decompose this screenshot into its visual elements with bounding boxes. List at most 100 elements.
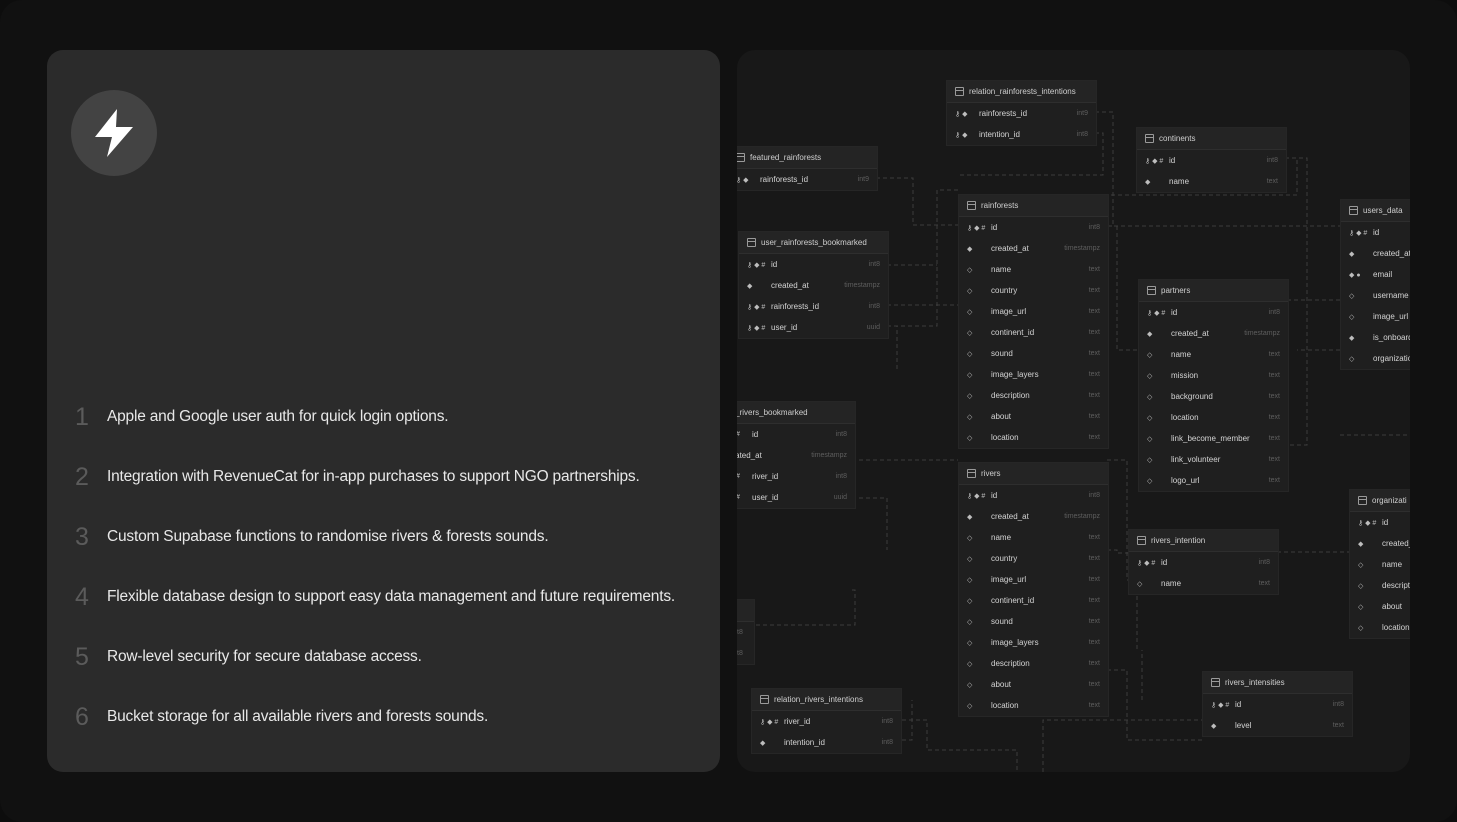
key-icons: ◇ bbox=[967, 329, 973, 337]
table-column-row: ◆ created_at bbox=[1341, 243, 1410, 264]
table-featured-rainforests[interactable]: featured_rainforests ⚷ ◆ rainforests_id in… bbox=[737, 146, 878, 191]
table-column-row: ⚷ ◆ # id int8 bbox=[1129, 552, 1278, 573]
column-name: about bbox=[1382, 602, 1403, 611]
table-rivers-intention[interactable]: rivers_intention ⚷ ◆ # id int8 ◇ name text bbox=[1128, 529, 1279, 595]
table-name: continents bbox=[1159, 134, 1196, 143]
table-users-data[interactable]: users_data ⚷ ◆ # id ◆ created_at ◆ ● email … bbox=[1340, 199, 1410, 370]
key-icons: ◇ bbox=[967, 308, 973, 316]
key-icons: ⚷ ◆ bbox=[955, 110, 968, 118]
table-column-row: ◆ created_ bbox=[1350, 533, 1410, 554]
table-column-row: #id int8 bbox=[737, 424, 855, 445]
table-relation-rivers-intentions[interactable]: relation_rivers_intentions ⚷ ◆ # river_id… bbox=[751, 688, 902, 754]
lightning-bolt-icon bbox=[95, 109, 133, 157]
table-column-row: ◇ descriptio bbox=[1350, 575, 1410, 596]
feature-text: Apple and Google user auth for quick log… bbox=[107, 408, 449, 425]
key-icons: ⚷ ◆ # bbox=[760, 718, 779, 726]
column-type: int8 bbox=[868, 261, 880, 268]
feature-text: Bucket storage for all available rivers … bbox=[107, 708, 489, 725]
table-column-row: ◇ country text bbox=[959, 548, 1108, 569]
key-icons: ◆ bbox=[1358, 540, 1364, 548]
key-icons: ◇ bbox=[967, 371, 973, 379]
table-icon bbox=[1358, 496, 1367, 505]
table-user-rivers-bookmarked[interactable]: er_rivers_bookmarked #idint8 reated_atti… bbox=[737, 401, 856, 509]
column-type: int8 bbox=[835, 431, 847, 438]
table-name: rivers_intensities bbox=[1225, 678, 1285, 687]
key-icons: ◇ bbox=[1147, 435, 1153, 443]
table-column-row: ◇ image_layers text bbox=[959, 364, 1108, 385]
table-relation-rainforests-intentions[interactable]: relation_rainforests_intentions ⚷ ◆ rainf… bbox=[946, 80, 1097, 146]
key-icons: ⚷ ◆ # bbox=[1349, 229, 1368, 237]
table-column-row: ◇ about text bbox=[959, 406, 1108, 427]
table-column-row: ◇ location text bbox=[1139, 407, 1288, 428]
table-column-row: ◇ username bbox=[1341, 285, 1410, 306]
table-name: user_rainforests_bookmarked bbox=[761, 238, 867, 247]
table-user-rainforests-bookmarked[interactable]: user_rainforests_bookmarked ⚷ ◆ # id int8 … bbox=[738, 231, 889, 339]
table-column-row: ◇ organization bbox=[1341, 348, 1410, 369]
column-type: text bbox=[1268, 456, 1280, 463]
column-type: int8 bbox=[1088, 492, 1100, 499]
table-header: rivers_intention bbox=[1129, 530, 1278, 552]
column-type: int8 bbox=[1266, 157, 1278, 164]
column-name: intention_id bbox=[979, 130, 1020, 139]
table-rainforests[interactable]: rainforests ⚷ ◆ # id int8 ◆ created_at times… bbox=[958, 194, 1109, 449]
table-column-row: ◇ link_become_member text bbox=[1139, 428, 1288, 449]
table-column-row: ◆ created_at timestampz bbox=[1139, 323, 1288, 344]
table-continents[interactable]: continents ⚷ ◆ # id int8 ◆ name text bbox=[1136, 127, 1287, 193]
key-icons: ◇ bbox=[1137, 580, 1143, 588]
database-diagram[interactable]: relation_rainforests_intentions ⚷ ◆ rainf… bbox=[737, 50, 1410, 772]
column-type: text bbox=[1088, 413, 1100, 420]
key-icons: ◇ bbox=[967, 266, 973, 274]
column-type: uuid bbox=[866, 324, 880, 331]
column-type: t8 bbox=[737, 629, 743, 636]
table-icon bbox=[1137, 536, 1146, 545]
column-name: location bbox=[991, 701, 1019, 710]
key-icons: # bbox=[737, 473, 752, 480]
key-icons: ◇ bbox=[1349, 292, 1355, 300]
feature-item: 2 Integration with RevenueCat for in-app… bbox=[75, 462, 640, 492]
column-name: about bbox=[991, 412, 1012, 421]
table-organizations[interactable]: organizati ⚷ ◆ # id ◆ created_ ◇ name ◇ desc… bbox=[1349, 489, 1410, 639]
key-icons: ◇ bbox=[1358, 561, 1364, 569]
column-type: text bbox=[1088, 350, 1100, 357]
table-name: rivers bbox=[981, 469, 1001, 478]
column-type: timestampz bbox=[1064, 513, 1100, 520]
features-card: 1 Apple and Google user auth for quick l… bbox=[47, 50, 720, 772]
key-icons: ⚷ ◆ # bbox=[1211, 701, 1230, 709]
key-icons: ◇ bbox=[967, 618, 973, 626]
table-column-row: ⚷ ◆ # id bbox=[1341, 222, 1410, 243]
key-icons: ⚷ ◆ # bbox=[1137, 559, 1156, 567]
key-icons: ◆ bbox=[1147, 330, 1153, 338]
table-icon bbox=[747, 238, 756, 247]
table-partners[interactable]: partners ⚷ ◆ # id int8 ◆ created_at timestam… bbox=[1138, 279, 1289, 492]
table-column-row: ◇ location bbox=[1350, 617, 1410, 638]
table-column-row: ◇ description text bbox=[959, 653, 1108, 674]
column-name: name bbox=[991, 265, 1012, 274]
key-icons: ◇ bbox=[1147, 414, 1153, 422]
column-type: text bbox=[1088, 392, 1100, 399]
column-type: text bbox=[1268, 351, 1280, 358]
key-icons: ◇ bbox=[1349, 313, 1355, 321]
table-header: rainforests bbox=[959, 195, 1108, 217]
table-rivers-intensities[interactable]: rivers_intensities ⚷ ◆ # id int8 ◆ level tex… bbox=[1202, 671, 1353, 737]
feature-text: Flexible database design to support easy… bbox=[107, 588, 675, 605]
key-icons: ◆ ● bbox=[1349, 271, 1361, 279]
key-icons: ◆ bbox=[747, 282, 753, 290]
column-name: id bbox=[1169, 156, 1176, 165]
column-name: name bbox=[1382, 560, 1403, 569]
table-column-row: t8 bbox=[737, 622, 754, 643]
column-name: descriptio bbox=[1382, 581, 1410, 590]
column-type: text bbox=[1268, 477, 1280, 484]
table-name: relation_rainforests_intentions bbox=[969, 87, 1076, 96]
column-type: int9 bbox=[857, 176, 869, 183]
column-name: user_id bbox=[771, 323, 798, 332]
table-column-row: ◇ image_layers text bbox=[959, 632, 1108, 653]
table-clipped[interactable]: t8 t8 bbox=[737, 599, 755, 665]
key-icons: ◇ bbox=[1147, 372, 1153, 380]
column-name: id bbox=[752, 430, 759, 439]
column-name: name bbox=[1169, 177, 1190, 186]
key-icons: ⚷ ◆ # bbox=[967, 224, 986, 232]
table-rivers[interactable]: rivers ⚷ ◆ # id int8 ◆ created_at timestampz… bbox=[958, 462, 1109, 717]
table-header bbox=[737, 600, 754, 622]
key-icons: # bbox=[737, 494, 752, 501]
key-icons: ◇ bbox=[967, 413, 973, 421]
